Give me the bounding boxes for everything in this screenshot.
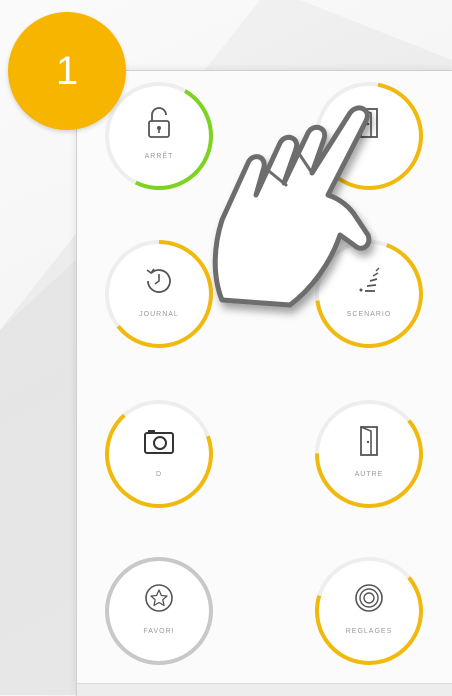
step-number: 1 bbox=[55, 49, 79, 93]
tile-autre[interactable]: AUTRE bbox=[310, 395, 428, 513]
tile-label: FAVORI bbox=[143, 628, 175, 635]
door-icon bbox=[360, 426, 378, 456]
panel-footer bbox=[77, 683, 452, 696]
settings-icon bbox=[355, 584, 383, 612]
camera-icon bbox=[144, 430, 174, 454]
tile-favori[interactable]: FAVORI bbox=[100, 552, 218, 670]
lock-open-icon bbox=[148, 107, 170, 138]
step-badge: 1 bbox=[8, 12, 126, 130]
tile-label: D bbox=[155, 471, 163, 478]
tile-label: AUTRE bbox=[354, 471, 384, 478]
tile-label: REGLAGES bbox=[345, 628, 393, 635]
star-icon bbox=[145, 584, 173, 612]
tile-reglages[interactable]: REGLAGES bbox=[310, 552, 428, 670]
tile-camera[interactable]: D bbox=[100, 395, 218, 513]
hand-pointer-icon bbox=[212, 105, 372, 308]
history-icon bbox=[146, 268, 171, 293]
